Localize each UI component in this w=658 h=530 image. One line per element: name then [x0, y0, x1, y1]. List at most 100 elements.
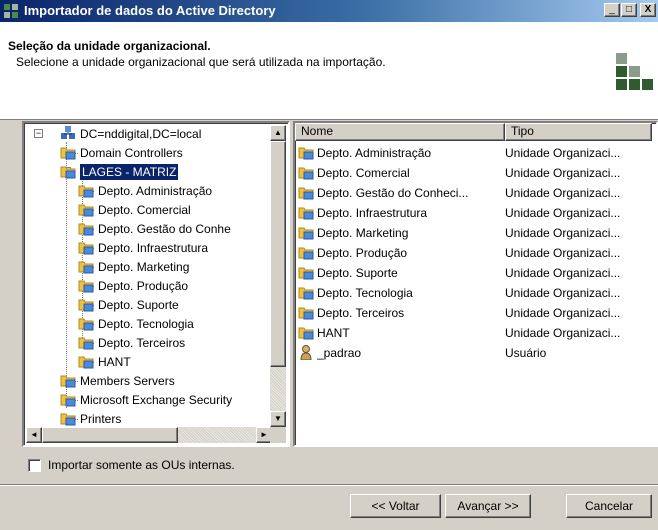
tree-item-label: HANT	[98, 355, 131, 369]
ou-folder-icon	[298, 247, 314, 260]
collapse-toggle[interactable]: −	[34, 129, 43, 138]
column-header-name[interactable]: Nome	[295, 123, 505, 141]
ou-folder-icon	[78, 261, 94, 274]
tree-item[interactable]: Depto. Tecnologia	[24, 315, 274, 333]
vertical-scroll-thumb[interactable]	[270, 141, 286, 367]
list-item[interactable]: Depto. Comercial Unidade Organizaci...	[295, 163, 653, 183]
list-item-type: Unidade Organizaci...	[505, 226, 621, 240]
list-item-name: HANT	[317, 326, 350, 340]
tree-horizontal-scrollbar[interactable]: ◄ ►	[26, 427, 272, 443]
tree-item[interactable]: Depto. Infraestrutura	[24, 239, 274, 257]
ou-folder-icon	[78, 318, 94, 331]
tree-item[interactable]: Microsoft Exchange Security	[24, 391, 274, 409]
tree-item[interactable]: HANT	[24, 353, 274, 371]
column-header-type[interactable]: Tipo	[505, 123, 652, 141]
tree-item-label: Depto. Comercial	[98, 203, 191, 217]
tree-item[interactable]: Domain Controllers	[24, 144, 274, 162]
close-button[interactable]: X	[640, 3, 656, 17]
tree-item-label: Domain Controllers	[80, 146, 183, 160]
ou-tree-view[interactable]: − DC=nddigital,DC=local Domain Controllers…	[22, 121, 290, 447]
ou-contents-list[interactable]: Nome Tipo Depto. Administração Unidade Or…	[293, 121, 658, 447]
list-item-name: Depto. Administração	[317, 146, 432, 160]
ou-folder-icon	[298, 147, 314, 160]
footer-separator	[0, 484, 658, 486]
scroll-up-button[interactable]: ▲	[270, 125, 286, 141]
list-item-name: Depto. Infraestrutura	[317, 206, 428, 220]
tree-item-label: Depto. Suporte	[98, 298, 179, 312]
list-item[interactable]: Depto. Infraestrutura Unidade Organizaci.…	[295, 203, 653, 223]
tree-item-label: DC=nddigital,DC=local	[80, 127, 202, 141]
tree-item-label: Depto. Terceiros	[98, 336, 186, 350]
scroll-down-button[interactable]: ▼	[270, 411, 286, 427]
minimize-button[interactable]: _	[604, 3, 620, 17]
ou-folder-icon	[298, 307, 314, 320]
list-item-name: _padrao	[317, 346, 362, 360]
list-item-name: Depto. Terceiros	[317, 306, 405, 320]
tree-item[interactable]: Depto. Gestão do Conhe	[24, 220, 274, 238]
ou-folder-icon	[60, 375, 76, 388]
scroll-left-button[interactable]: ◄	[26, 427, 42, 443]
list-item-type: Unidade Organizaci...	[505, 166, 621, 180]
list-item-type: Usuário	[505, 346, 547, 360]
tree-item-label: Printers	[80, 412, 122, 426]
ou-folder-icon	[78, 185, 94, 198]
tree-item[interactable]: Depto. Terceiros	[24, 334, 274, 352]
tree-item[interactable]: Depto. Marketing	[24, 258, 274, 276]
list-item-type: Unidade Organizaci...	[505, 306, 621, 320]
ou-folder-icon	[60, 413, 76, 426]
list-item[interactable]: Depto. Tecnologia Unidade Organizaci...	[295, 283, 653, 303]
list-item-type: Unidade Organizaci...	[505, 326, 621, 340]
tree-item-label: Depto. Tecnologia	[98, 317, 194, 331]
maximize-button[interactable]: □	[621, 3, 637, 17]
list-item-name: Depto. Suporte	[317, 266, 398, 280]
list-item-type: Unidade Organizaci...	[505, 286, 621, 300]
list-item[interactable]: HANT Unidade Organizaci...	[295, 323, 653, 343]
list-item-type: Unidade Organizaci...	[505, 186, 621, 200]
list-item-name: Depto. Tecnologia	[317, 286, 413, 300]
tree-item-label: Depto. Infraestrutura	[98, 241, 209, 255]
ou-folder-icon	[78, 299, 94, 312]
tree-item-label: Members Servers	[80, 374, 175, 388]
tree-vertical-scrollbar[interactable]: ▲ ▼	[270, 125, 286, 427]
ou-folder-icon	[298, 327, 314, 340]
tree-item-label: Depto. Administração	[98, 184, 213, 198]
tree-item[interactable]: Depto. Produção	[24, 277, 274, 295]
list-item[interactable]: Depto. Marketing Unidade Organizaci...	[295, 223, 653, 243]
tree-item-label: Depto. Gestão do Conhe	[98, 222, 231, 236]
tree-item[interactable]: Depto. Comercial	[24, 201, 274, 219]
ou-folder-icon	[78, 280, 94, 293]
internal-ous-checkbox[interactable]	[28, 459, 41, 472]
tree-item[interactable]: −LAGES - MATRIZ	[24, 163, 274, 181]
tree-item-root[interactable]: − DC=nddigital,DC=local	[24, 125, 274, 143]
cancel-button[interactable]: Cancelar	[566, 494, 652, 518]
ou-folder-icon	[298, 267, 314, 280]
list-item[interactable]: Depto. Produção Unidade Organizaci...	[295, 243, 653, 263]
list-item[interactable]: Depto. Suporte Unidade Organizaci...	[295, 263, 653, 283]
window-title-bar[interactable]: Importador de dados do Active Directory …	[0, 0, 658, 22]
list-item-type: Unidade Organizaci...	[505, 266, 621, 280]
back-button[interactable]: << Voltar	[350, 494, 441, 518]
tree-item-label: Microsoft Exchange Security	[80, 393, 233, 407]
horizontal-scroll-thumb[interactable]	[42, 427, 178, 443]
page-title: Seleção da unidade organizacional.	[8, 39, 211, 53]
list-item-name: Depto. Gestão do Conheci...	[317, 186, 469, 200]
nddigital-logo	[616, 53, 654, 91]
tree-item[interactable]: Depto. Administração	[24, 182, 274, 200]
tree-item[interactable]: Members Servers	[24, 372, 274, 390]
tree-item[interactable]: Depto. Suporte	[24, 296, 274, 314]
ou-folder-icon	[78, 242, 94, 255]
list-item[interactable]: Depto. Gestão do Conheci... Unidade Organ…	[295, 183, 653, 203]
ou-folder-icon	[60, 394, 76, 407]
ou-folder-icon	[78, 356, 94, 369]
domain-icon	[61, 126, 75, 139]
tree-item[interactable]: Printers	[24, 410, 274, 428]
internal-ous-label[interactable]: Importar somente as OUs internas.	[48, 458, 235, 472]
ou-folder-icon	[60, 147, 76, 160]
list-item[interactable]: Depto. Administração Unidade Organizaci..…	[295, 143, 653, 163]
list-item-name: Depto. Comercial	[317, 166, 410, 180]
tree-item-label: Depto. Marketing	[98, 260, 190, 274]
list-item[interactable]: Depto. Terceiros Unidade Organizaci...	[295, 303, 653, 323]
app-icon	[4, 4, 18, 18]
next-button[interactable]: Avançar >>	[445, 494, 531, 518]
list-item[interactable]: _padrao Usuário	[295, 343, 653, 363]
